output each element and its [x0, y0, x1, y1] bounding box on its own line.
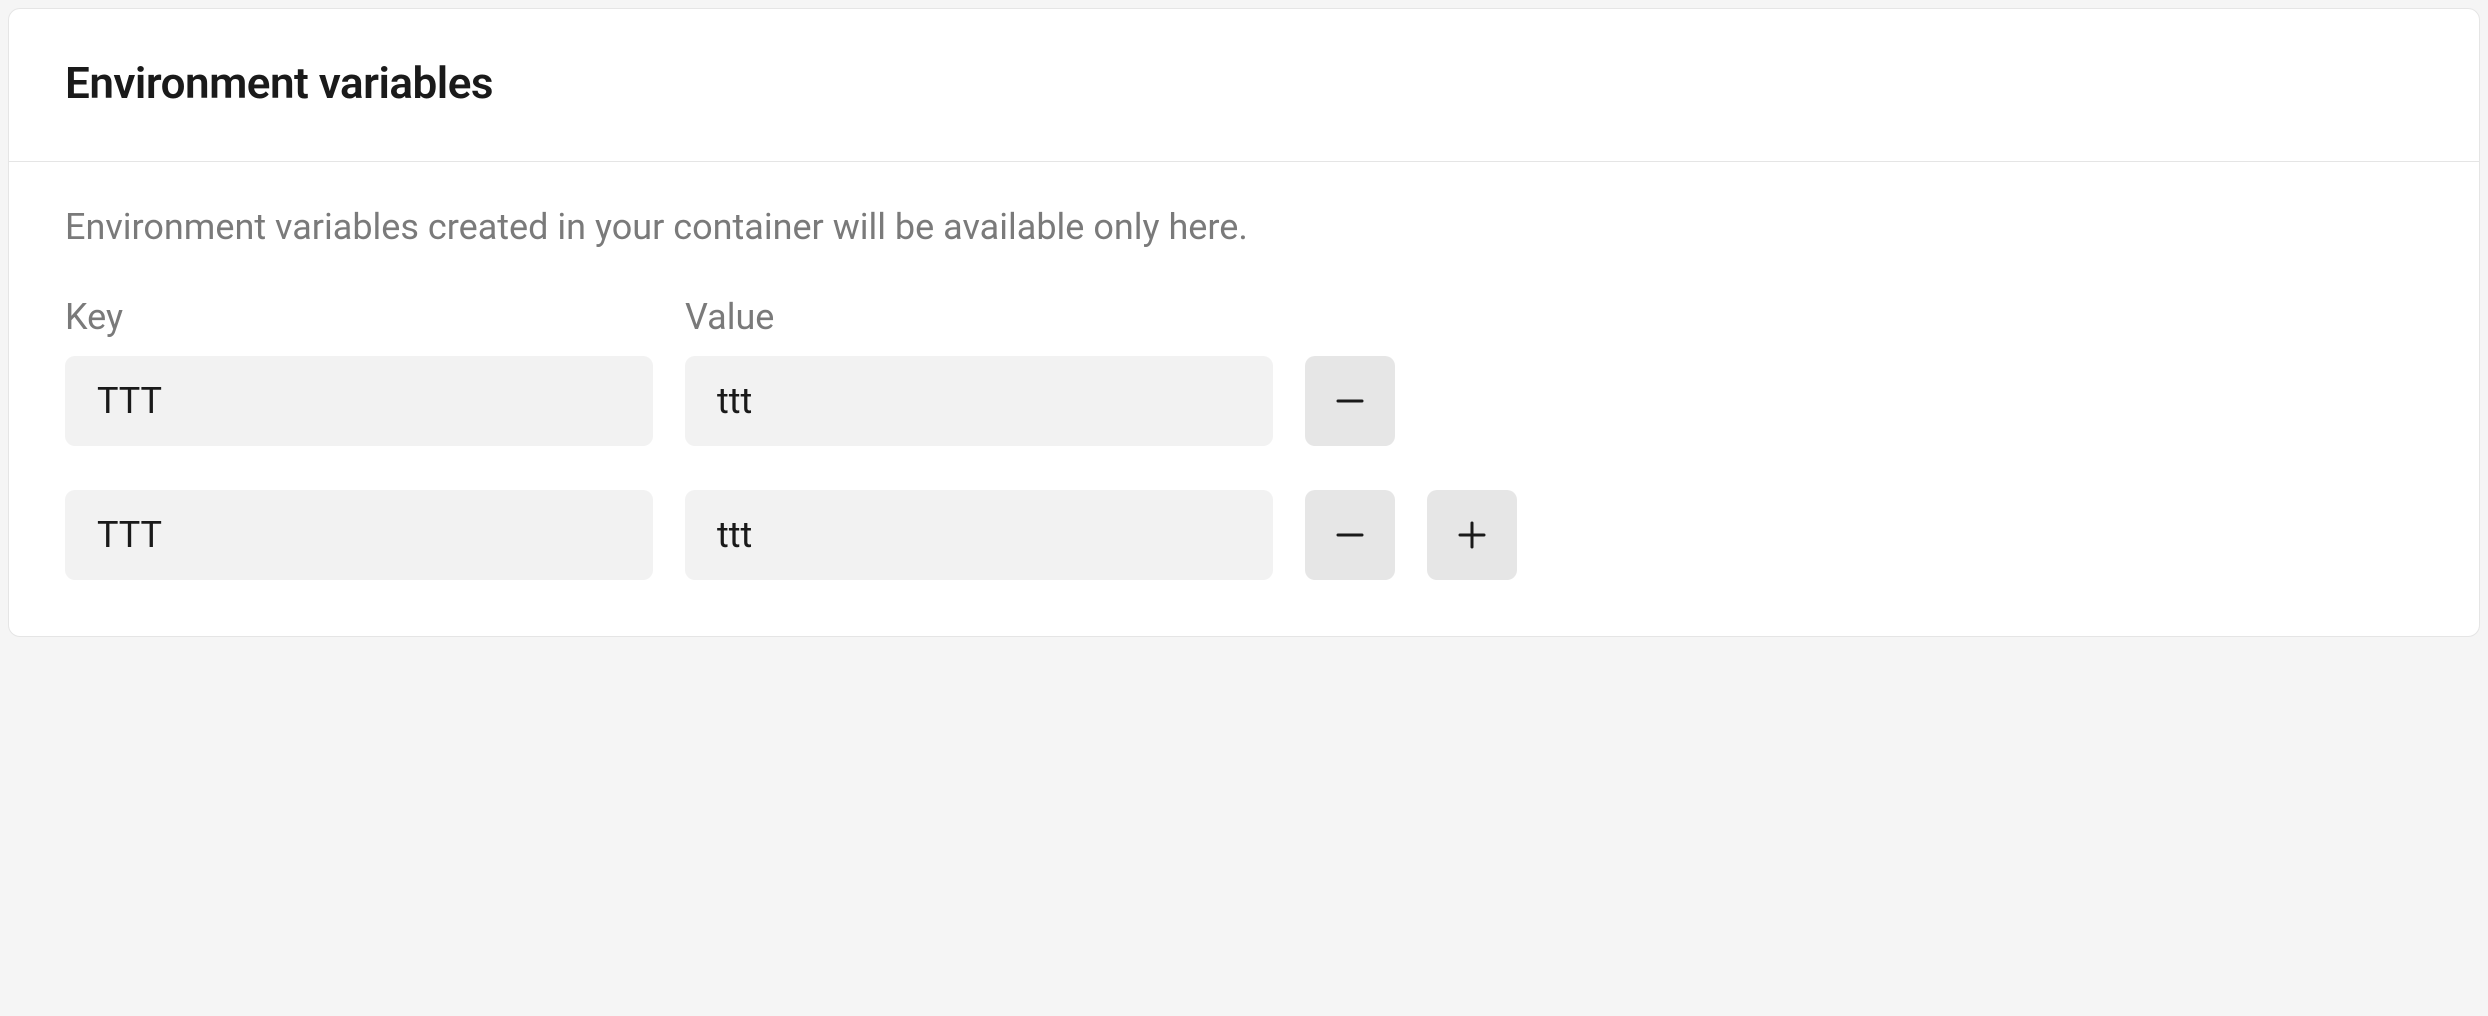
card-body: Environment variables created in your co… [9, 162, 2479, 636]
env-variables-card: Environment variables Environment variab… [8, 8, 2480, 637]
card-header: Environment variables [9, 9, 2479, 162]
key-column-label: Key [65, 296, 653, 338]
env-var-row [65, 356, 2423, 446]
env-var-key-input[interactable] [65, 356, 653, 446]
plus-icon [1454, 517, 1490, 553]
env-vars-description: Environment variables created in your co… [65, 206, 2423, 248]
env-var-key-input[interactable] [65, 490, 653, 580]
env-var-value-input[interactable] [685, 490, 1273, 580]
remove-row-button[interactable] [1305, 356, 1395, 446]
minus-icon [1332, 383, 1368, 419]
card-title: Environment variables [65, 57, 2423, 109]
value-column-label: Value [685, 296, 1273, 338]
env-var-row [65, 490, 2423, 580]
add-row-button[interactable] [1427, 490, 1517, 580]
minus-icon [1332, 517, 1368, 553]
env-var-value-input[interactable] [685, 356, 1273, 446]
remove-row-button[interactable] [1305, 490, 1395, 580]
column-labels-row: Key Value [65, 296, 2423, 338]
